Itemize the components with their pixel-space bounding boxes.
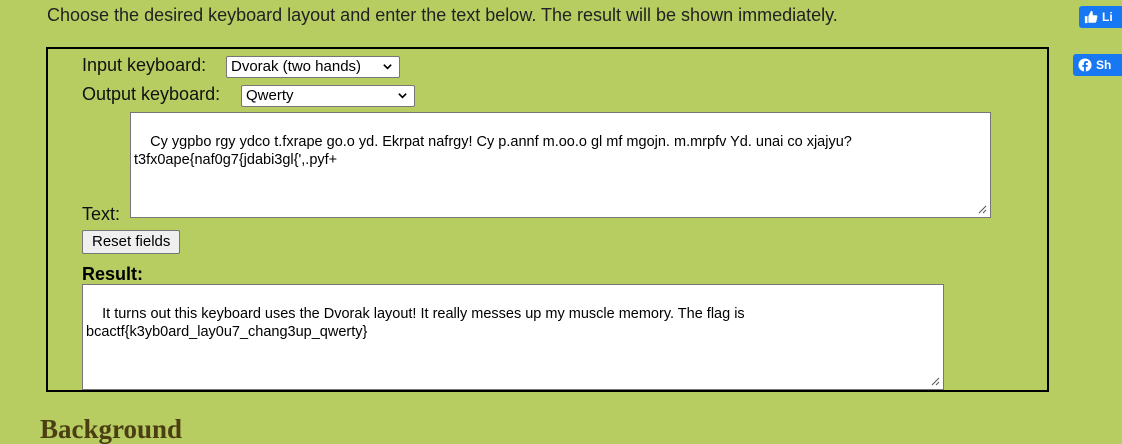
input-keyboard-value: Dvorak (two hands) — [231, 58, 362, 75]
text-input-value: Cy ygpbo rgy ydco t.fxrape go.o yd. Ekrp… — [134, 134, 852, 168]
result-heading: Result: — [82, 264, 144, 284]
text-label: Text: — [82, 204, 121, 224]
reset-fields-button[interactable]: Reset fields — [82, 230, 181, 254]
facebook-like-label: Li — [1102, 10, 1113, 24]
chevron-down-icon — [383, 64, 392, 70]
output-keyboard-label: Output keyboard: — [82, 84, 221, 104]
facebook-share-button[interactable]: Sh — [1073, 54, 1122, 76]
output-keyboard-select[interactable]: Qwerty — [241, 85, 415, 107]
resize-grip-icon[interactable] — [978, 205, 987, 214]
thumbs-up-icon — [1084, 10, 1098, 24]
input-keyboard-label: Input keyboard: — [82, 55, 207, 75]
facebook-logo-icon — [1078, 58, 1092, 72]
chevron-down-icon — [398, 93, 407, 99]
keyboard-converter: Input keyboard: Dvorak (two hands) Outpu… — [46, 47, 1049, 392]
facebook-share-label: Sh — [1096, 58, 1112, 72]
resize-grip-icon[interactable] — [931, 377, 940, 386]
output-keyboard-value: Qwerty — [246, 87, 294, 104]
result-output-value: It turns out this keyboard uses the Dvor… — [86, 306, 745, 340]
facebook-like-button[interactable]: Li — [1079, 6, 1122, 28]
result-output[interactable]: It turns out this keyboard uses the Dvor… — [82, 284, 944, 390]
intro-text: Choose the desired keyboard layout and e… — [47, 5, 838, 25]
input-keyboard-select[interactable]: Dvorak (two hands) — [226, 56, 400, 78]
text-input[interactable]: Cy ygpbo rgy ydco t.fxrape go.o yd. Ekrp… — [130, 112, 991, 218]
